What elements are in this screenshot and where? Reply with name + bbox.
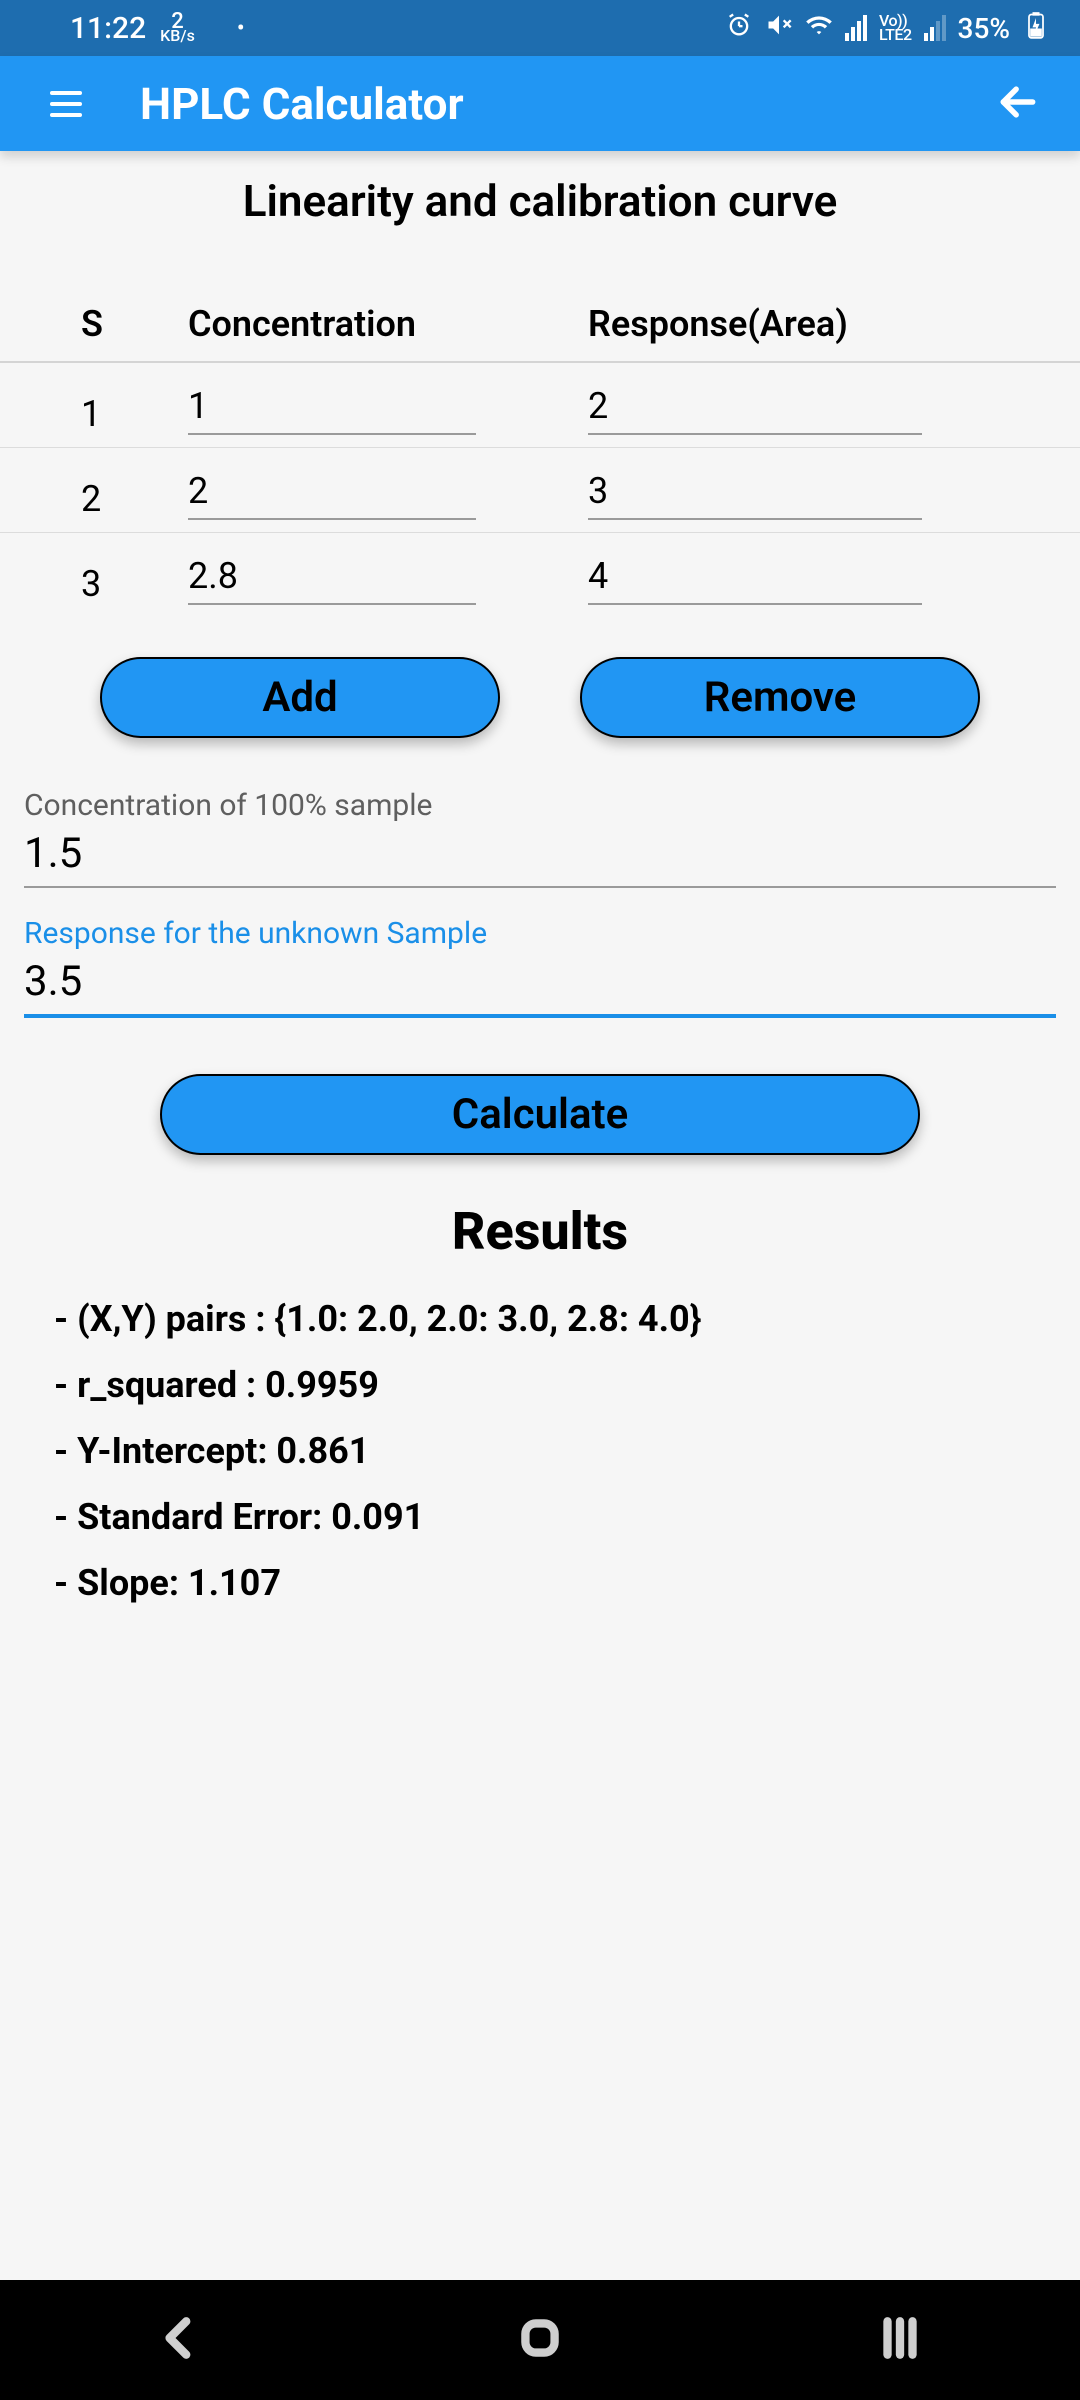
table-button-row: Add Remove xyxy=(0,617,1080,788)
conc-100-input[interactable] xyxy=(24,823,1056,888)
android-status-bar: 11:22 2 KB/s • Vo))LTE2 35% xyxy=(0,0,1080,56)
status-right-cluster: Vo))LTE2 35% xyxy=(725,11,1050,46)
response-unknown-field: Response for the unknown Sample xyxy=(0,916,1080,1028)
response-unknown-label: Response for the unknown Sample xyxy=(24,916,487,951)
response-unknown-input[interactable] xyxy=(24,951,1056,1018)
linearity-table: S Concentration Response(Area) 1 2 3 xyxy=(0,287,1080,617)
dot-icon: • xyxy=(237,16,245,41)
main-content: Linearity and calibration curve S Concen… xyxy=(0,151,1080,2280)
table-header-row: S Concentration Response(Area) xyxy=(0,287,1080,363)
results-title: Results xyxy=(0,1165,1080,1286)
concentration-input[interactable] xyxy=(188,375,476,435)
back-icon[interactable] xyxy=(996,80,1040,128)
nav-recent-icon[interactable] xyxy=(875,2313,925,2367)
status-data-speed: 2 KB/s xyxy=(160,13,195,43)
concentration-input[interactable] xyxy=(188,460,476,520)
signal-4-icon xyxy=(845,15,867,41)
result-y-intercept: - Y-Intercept: 0.861 xyxy=(0,1418,1080,1484)
page-title: Linearity and calibration curve xyxy=(0,151,1080,287)
result-slope: - Slope: 1.107 xyxy=(0,1550,1080,1616)
table-row: 2 xyxy=(0,448,1080,533)
signal-2-icon xyxy=(924,15,946,41)
result-r-squared: - r_squared : 0.9959 xyxy=(0,1352,1080,1418)
android-nav-bar xyxy=(0,2280,1080,2400)
response-input[interactable] xyxy=(588,545,922,605)
row-index: 2 xyxy=(28,478,188,520)
alarm-icon xyxy=(725,11,753,46)
calculate-button[interactable]: Calculate xyxy=(160,1074,920,1155)
lte-indicator: Vo))LTE2 xyxy=(879,14,912,43)
conc-100-label: Concentration of 100% sample xyxy=(24,788,432,823)
col-header-response: Response(Area) xyxy=(588,303,1052,345)
calculate-row: Calculate xyxy=(0,1028,1080,1165)
conc-100-field: Concentration of 100% sample xyxy=(0,788,1080,898)
concentration-input[interactable] xyxy=(188,545,476,605)
app-title: HPLC Calculator xyxy=(140,78,464,130)
nav-home-icon[interactable] xyxy=(515,2313,565,2367)
col-header-concentration: Concentration xyxy=(188,303,588,345)
mute-vibrate-icon xyxy=(765,11,793,46)
result-xy-pairs: - (X,Y) pairs : {1.0: 2.0, 2.0: 3.0, 2.8… xyxy=(0,1286,1080,1352)
status-time: 11:22 xyxy=(70,11,146,46)
remove-button[interactable]: Remove xyxy=(580,657,980,738)
result-standard-error: - Standard Error: 0.091 xyxy=(0,1484,1080,1550)
table-row: 3 xyxy=(0,533,1080,617)
wifi-icon xyxy=(805,11,833,46)
add-button[interactable]: Add xyxy=(100,657,500,738)
nav-back-icon[interactable] xyxy=(155,2313,205,2367)
table-row: 1 xyxy=(0,363,1080,448)
status-left-cluster: 11:22 2 KB/s • xyxy=(70,11,245,46)
row-index: 1 xyxy=(28,393,188,435)
menu-icon[interactable] xyxy=(50,91,82,117)
response-input[interactable] xyxy=(588,460,922,520)
col-header-s: S xyxy=(28,303,188,345)
app-bar: HPLC Calculator xyxy=(0,56,1080,151)
battery-icon xyxy=(1022,11,1050,46)
response-input[interactable] xyxy=(588,375,922,435)
row-index: 3 xyxy=(28,563,188,605)
battery-percent: 35% xyxy=(958,12,1010,45)
